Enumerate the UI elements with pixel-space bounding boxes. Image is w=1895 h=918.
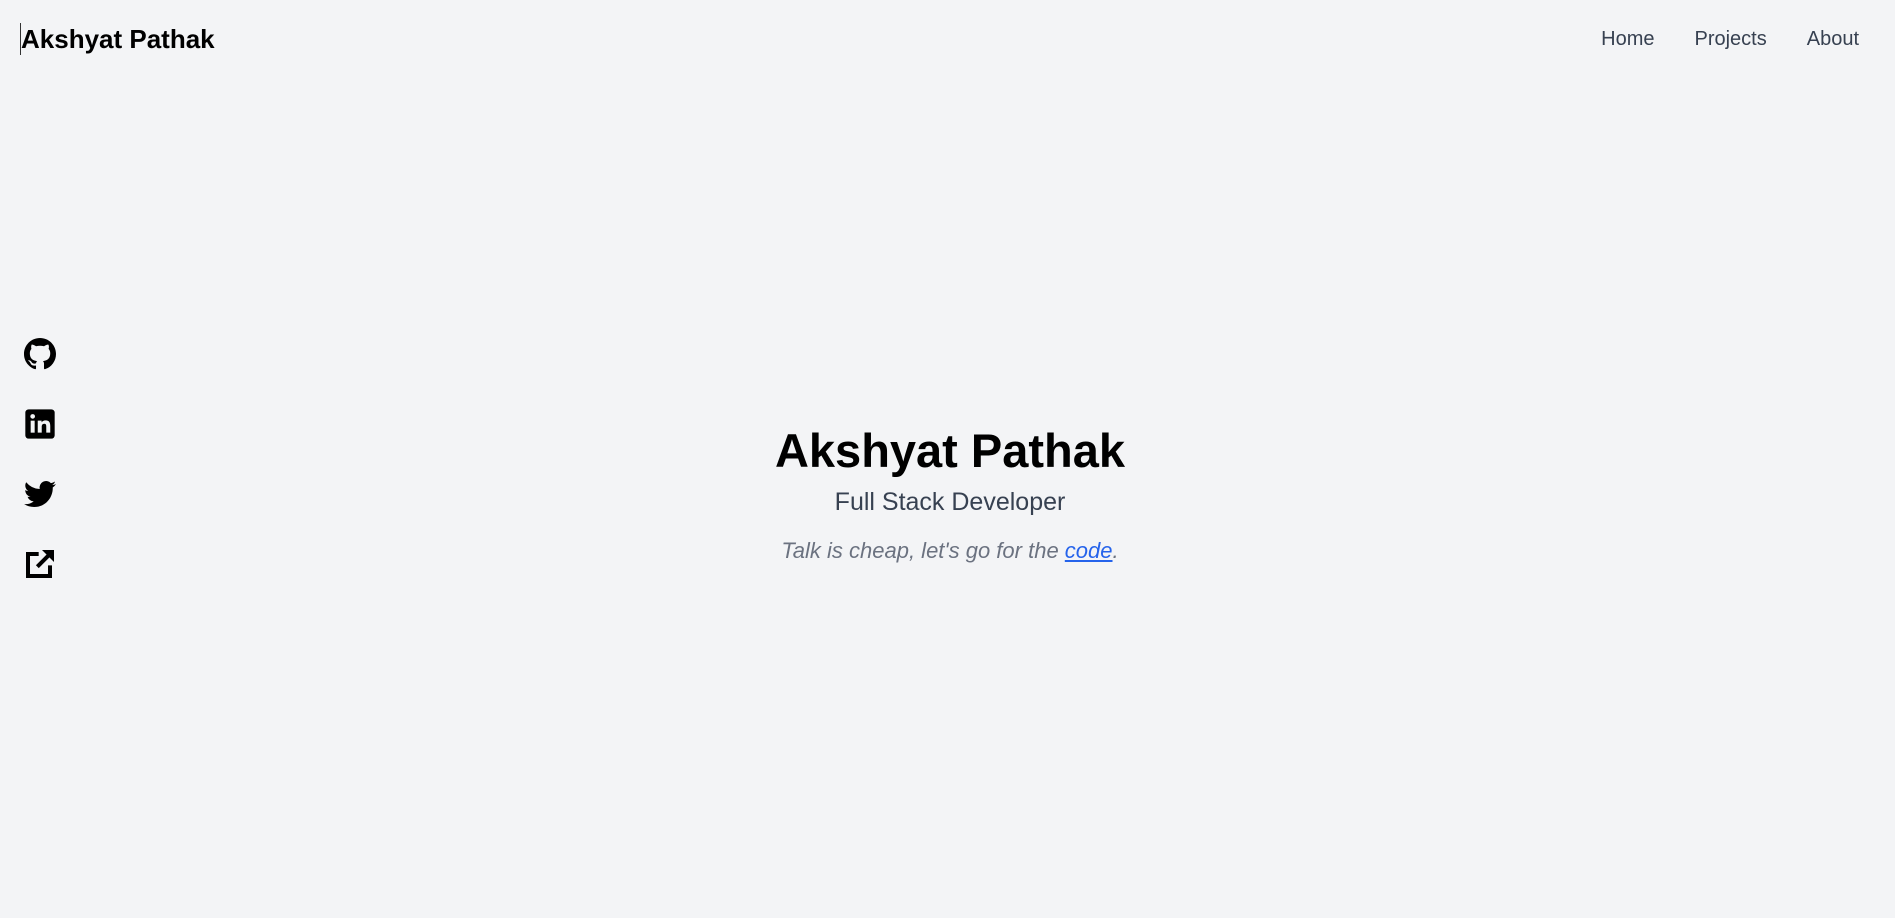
brand-link[interactable]: Akshyat Pathak <box>20 23 215 55</box>
nav-home-link[interactable]: Home <box>1601 26 1654 52</box>
navbar: Akshyat Pathak Home Projects About <box>0 0 1895 78</box>
github-link[interactable] <box>24 338 56 370</box>
quote-suffix: . <box>1112 538 1119 563</box>
hero-name: Akshyat Pathak <box>774 424 1126 477</box>
page: Akshyat Pathak Home Projects About Akshy… <box>0 0 1895 918</box>
code-link[interactable]: code <box>1065 538 1113 563</box>
github-icon <box>24 338 56 370</box>
hero: Akshyat Pathak Full Stack Developer Talk… <box>0 418 1895 566</box>
nav-about-link[interactable]: About <box>1807 26 1859 52</box>
nav-links: Home Projects About <box>1601 26 1859 52</box>
quote-text: Talk is cheap, let's go for the <box>781 538 1065 563</box>
hero-quote: Talk is cheap, let's go for the code. <box>0 536 1895 566</box>
nav-projects-link[interactable]: Projects <box>1694 26 1766 52</box>
hero-role: Full Stack Developer <box>834 488 1066 516</box>
